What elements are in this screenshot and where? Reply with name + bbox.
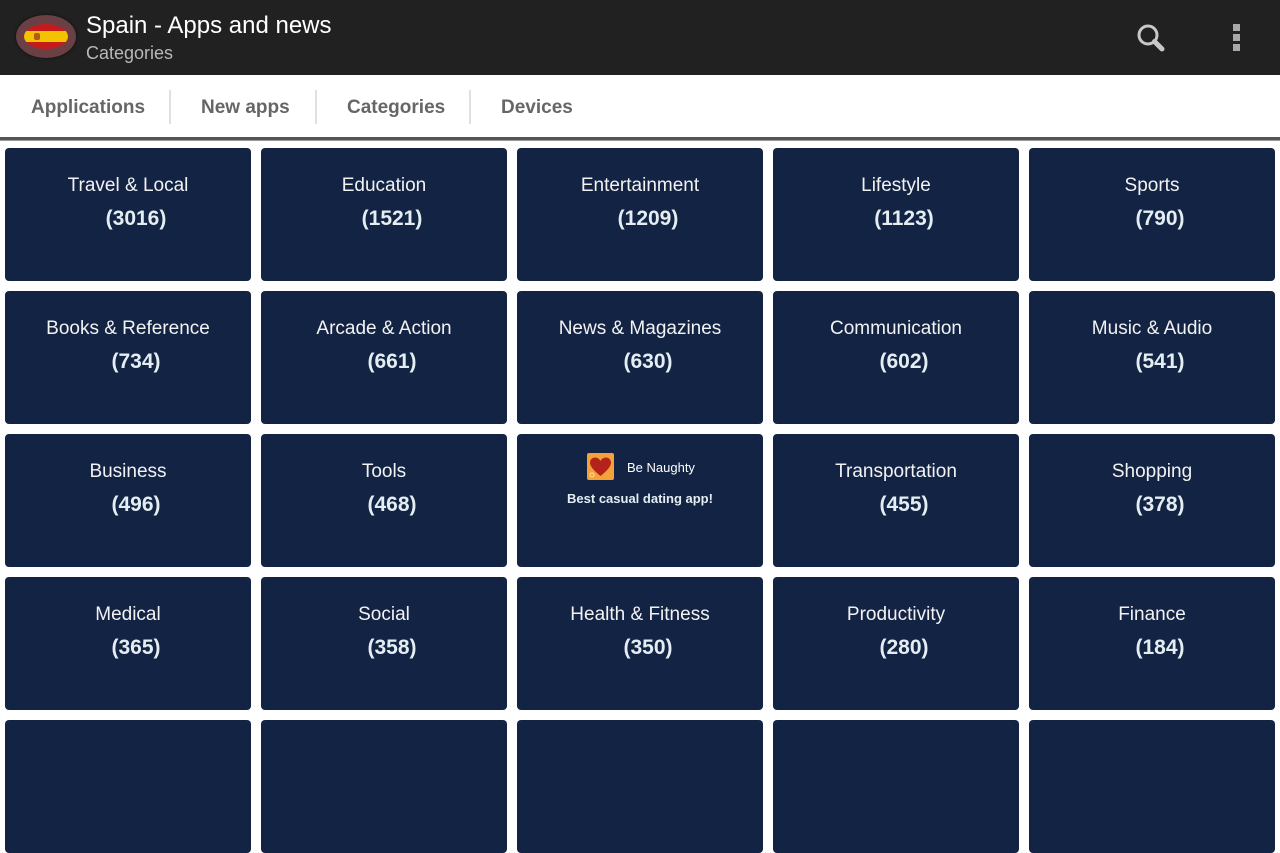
category-tile[interactable]: Education (1521) <box>261 148 507 281</box>
heart-app-icon <box>587 453 614 480</box>
category-tile[interactable]: Music & Audio (541) <box>1029 291 1275 424</box>
category-tile[interactable]: Arcade & Action (661) <box>261 291 507 424</box>
category-tile[interactable]: Shopping (378) <box>1029 434 1275 567</box>
category-count: (661) <box>367 350 417 373</box>
category-name: Entertainment <box>580 175 700 196</box>
tab-divider <box>169 90 171 124</box>
tab-devices[interactable]: Devices <box>501 75 573 138</box>
category-tile[interactable]: Sports (790) <box>1029 148 1275 281</box>
category-count: (1123) <box>874 207 934 230</box>
category-count: (358) <box>367 636 417 659</box>
tab-applications[interactable]: Applications <box>31 75 145 138</box>
category-tile[interactable]: Medical (365) <box>5 577 251 710</box>
category-tile[interactable] <box>5 720 251 853</box>
category-count: (350) <box>623 636 673 659</box>
category-tile[interactable]: Tools (468) <box>261 434 507 567</box>
category-name: Finance <box>1118 604 1186 625</box>
page-subtitle: Categories <box>86 43 174 63</box>
ad-tile[interactable]: Be Naughty Best casual dating app! <box>517 434 763 567</box>
category-tile[interactable]: Business (496) <box>5 434 251 567</box>
category-tile[interactable]: Lifestyle (1123) <box>773 148 1019 281</box>
category-tile[interactable]: Communication (602) <box>773 291 1019 424</box>
category-tile[interactable] <box>1029 720 1275 853</box>
category-count: (3016) <box>105 207 167 230</box>
category-count: (602) <box>879 350 929 373</box>
category-name: Social <box>358 604 410 625</box>
category-grid[interactable]: Travel & Local (3016) Education (1521) E… <box>0 141 1280 853</box>
category-tile[interactable]: Books & Reference (734) <box>5 291 251 424</box>
category-tile[interactable] <box>773 720 1019 853</box>
category-name: Tools <box>361 461 407 482</box>
category-count: (184) <box>1135 636 1185 659</box>
category-count: (630) <box>623 350 673 373</box>
category-count: (280) <box>879 636 929 659</box>
category-count: (541) <box>1135 350 1185 373</box>
category-name: Communication <box>830 318 962 339</box>
category-tile[interactable] <box>261 720 507 853</box>
category-count: (1209) <box>617 207 679 230</box>
tab-bar: Applications New apps Categories Devices <box>0 75 1280 138</box>
category-tile[interactable]: Transportation (455) <box>773 434 1019 567</box>
action-bar: Spain - Apps and news Categories <box>0 0 1280 75</box>
category-tile[interactable]: Productivity (280) <box>773 577 1019 710</box>
app-title: Spain - Apps and news <box>86 12 332 39</box>
overflow-menu-icon <box>1233 24 1240 31</box>
category-count: (468) <box>367 493 417 516</box>
category-name: Books & Reference <box>46 318 210 339</box>
category-name: Travel & Local <box>67 175 189 196</box>
category-name: Lifestyle <box>861 175 931 196</box>
category-count: (734) <box>111 350 161 373</box>
flag-stripe <box>24 31 68 42</box>
search-button[interactable] <box>1130 18 1174 58</box>
category-name: Health & Fitness <box>570 604 710 625</box>
tab-categories[interactable]: Categories <box>347 75 445 138</box>
category-tile[interactable]: News & Magazines (630) <box>517 291 763 424</box>
flag-crest <box>34 33 40 40</box>
category-tile[interactable]: Travel & Local (3016) <box>5 148 251 281</box>
tab-divider <box>315 90 317 124</box>
category-count: (455) <box>879 493 929 516</box>
category-tile[interactable]: Finance (184) <box>1029 577 1275 710</box>
category-name: Medical <box>95 604 161 625</box>
tab-new-apps[interactable]: New apps <box>201 75 290 138</box>
category-name: Transportation <box>835 461 957 482</box>
category-name: Productivity <box>846 604 946 625</box>
overflow-menu-icon <box>1233 44 1240 51</box>
spain-flag-icon[interactable] <box>16 15 76 58</box>
category-name: Shopping <box>1111 461 1193 482</box>
ad-text: Best casual dating app! <box>567 491 713 506</box>
category-name: Music & Audio <box>1091 318 1213 339</box>
category-name: Arcade & Action <box>316 318 452 339</box>
category-count: (496) <box>111 493 161 516</box>
search-icon <box>1137 24 1165 52</box>
category-count: (1521) <box>361 207 423 230</box>
category-tile[interactable]: Entertainment (1209) <box>517 148 763 281</box>
overflow-menu-icon <box>1233 34 1240 41</box>
overflow-menu-button[interactable] <box>1222 18 1252 58</box>
category-tile[interactable]: Health & Fitness (350) <box>517 577 763 710</box>
category-name: News & Magazines <box>558 318 722 339</box>
ad-title: Be Naughty <box>627 460 695 475</box>
category-name: Business <box>89 461 167 482</box>
category-tile[interactable] <box>517 720 763 853</box>
category-name: Sports <box>1124 175 1180 196</box>
category-tile[interactable]: Social (358) <box>261 577 507 710</box>
category-count: (790) <box>1135 207 1185 230</box>
flag-graphic <box>24 24 68 49</box>
category-count: (365) <box>111 636 161 659</box>
category-count: (378) <box>1135 493 1185 516</box>
tab-divider <box>469 90 471 124</box>
category-name: Education <box>341 175 427 196</box>
